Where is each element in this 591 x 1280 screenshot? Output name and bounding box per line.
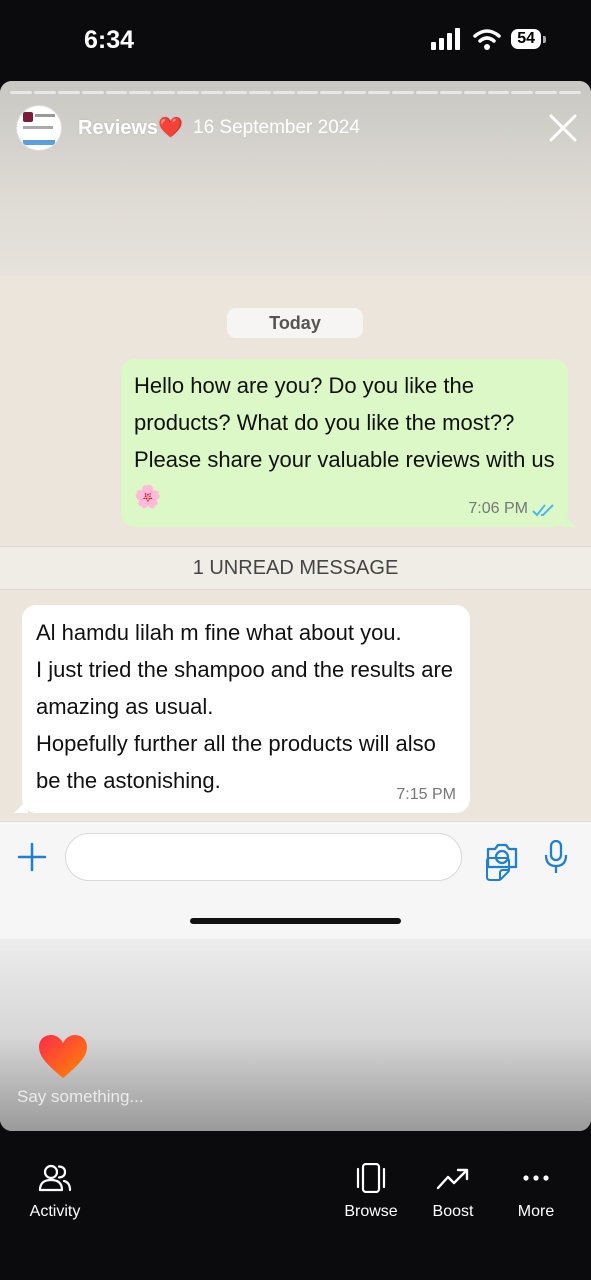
camera-icon [486, 843, 518, 869]
browse-icon [356, 1163, 386, 1193]
story-progress [10, 91, 581, 94]
chat-input-bar [0, 821, 591, 940]
status-bar: 6:34 54 [0, 0, 591, 80]
tab-browse-label: Browse [344, 1203, 398, 1220]
bottom-tab-bar: Activity Browse Boost More [0, 1131, 591, 1280]
people-icon [38, 1164, 72, 1192]
date-chip: Today [227, 308, 363, 338]
story-date: 16 September 2024 [193, 117, 360, 138]
home-indicator [190, 918, 401, 924]
incoming-line: Al hamdu lilah m fine what about you. [36, 620, 402, 645]
message-field [65, 833, 510, 881]
avatar[interactable] [16, 105, 62, 151]
outgoing-message: Hello how are you? Do you like the produ… [121, 359, 576, 527]
outgoing-message-time: 7:06 PM [468, 500, 528, 517]
battery-indicator: 54 [511, 29, 546, 49]
tab-browse[interactable]: Browse [336, 1163, 406, 1221]
tab-boost-label: Boost [432, 1203, 474, 1220]
story-account-name[interactable]: Reviews❤️ [78, 115, 183, 140]
story-header: Reviews❤️ 16 September 2024 [0, 81, 591, 276]
trending-up-icon [436, 1168, 469, 1190]
unread-divider: 1 UNREAD MESSAGE [0, 546, 591, 590]
incoming-message-text: Al hamdu lilah m fine what about you. I … [36, 614, 461, 799]
wifi-icon [473, 29, 501, 50]
close-icon[interactable] [548, 113, 578, 143]
incoming-line: I just tried the shampoo and the results… [36, 657, 454, 719]
unread-label: 1 UNREAD MESSAGE [192, 557, 399, 579]
incoming-message-time: 7:15 PM [396, 786, 456, 803]
outgoing-message-text: Hello how are you? Do you like the produ… [134, 373, 555, 509]
clock: 6:34 [84, 26, 135, 54]
tab-activity-label: Activity [29, 1203, 81, 1220]
tab-boost[interactable]: Boost [423, 1163, 483, 1221]
story-footer: Say something... [0, 939, 591, 1131]
status-icons: 54 [431, 28, 546, 50]
more-icon [523, 1175, 549, 1181]
heart-icon[interactable] [38, 1034, 88, 1080]
signal-icon [431, 28, 461, 50]
reply-input[interactable]: Say something... [17, 1087, 144, 1107]
tab-activity[interactable]: Activity [20, 1163, 90, 1221]
double-check-icon [532, 504, 554, 517]
plus-icon [17, 842, 47, 872]
story-viewer[interactable]: Reviews❤️ 16 September 2024 Today Hello … [0, 81, 591, 1131]
chat-screenshot: Today Hello how are you? Do you like the… [0, 276, 591, 821]
tab-more[interactable]: More [506, 1163, 566, 1221]
incoming-message: Al hamdu lilah m fine what about you. I … [14, 605, 470, 813]
tab-more-label: More [517, 1203, 555, 1220]
microphone-icon [544, 840, 568, 873]
